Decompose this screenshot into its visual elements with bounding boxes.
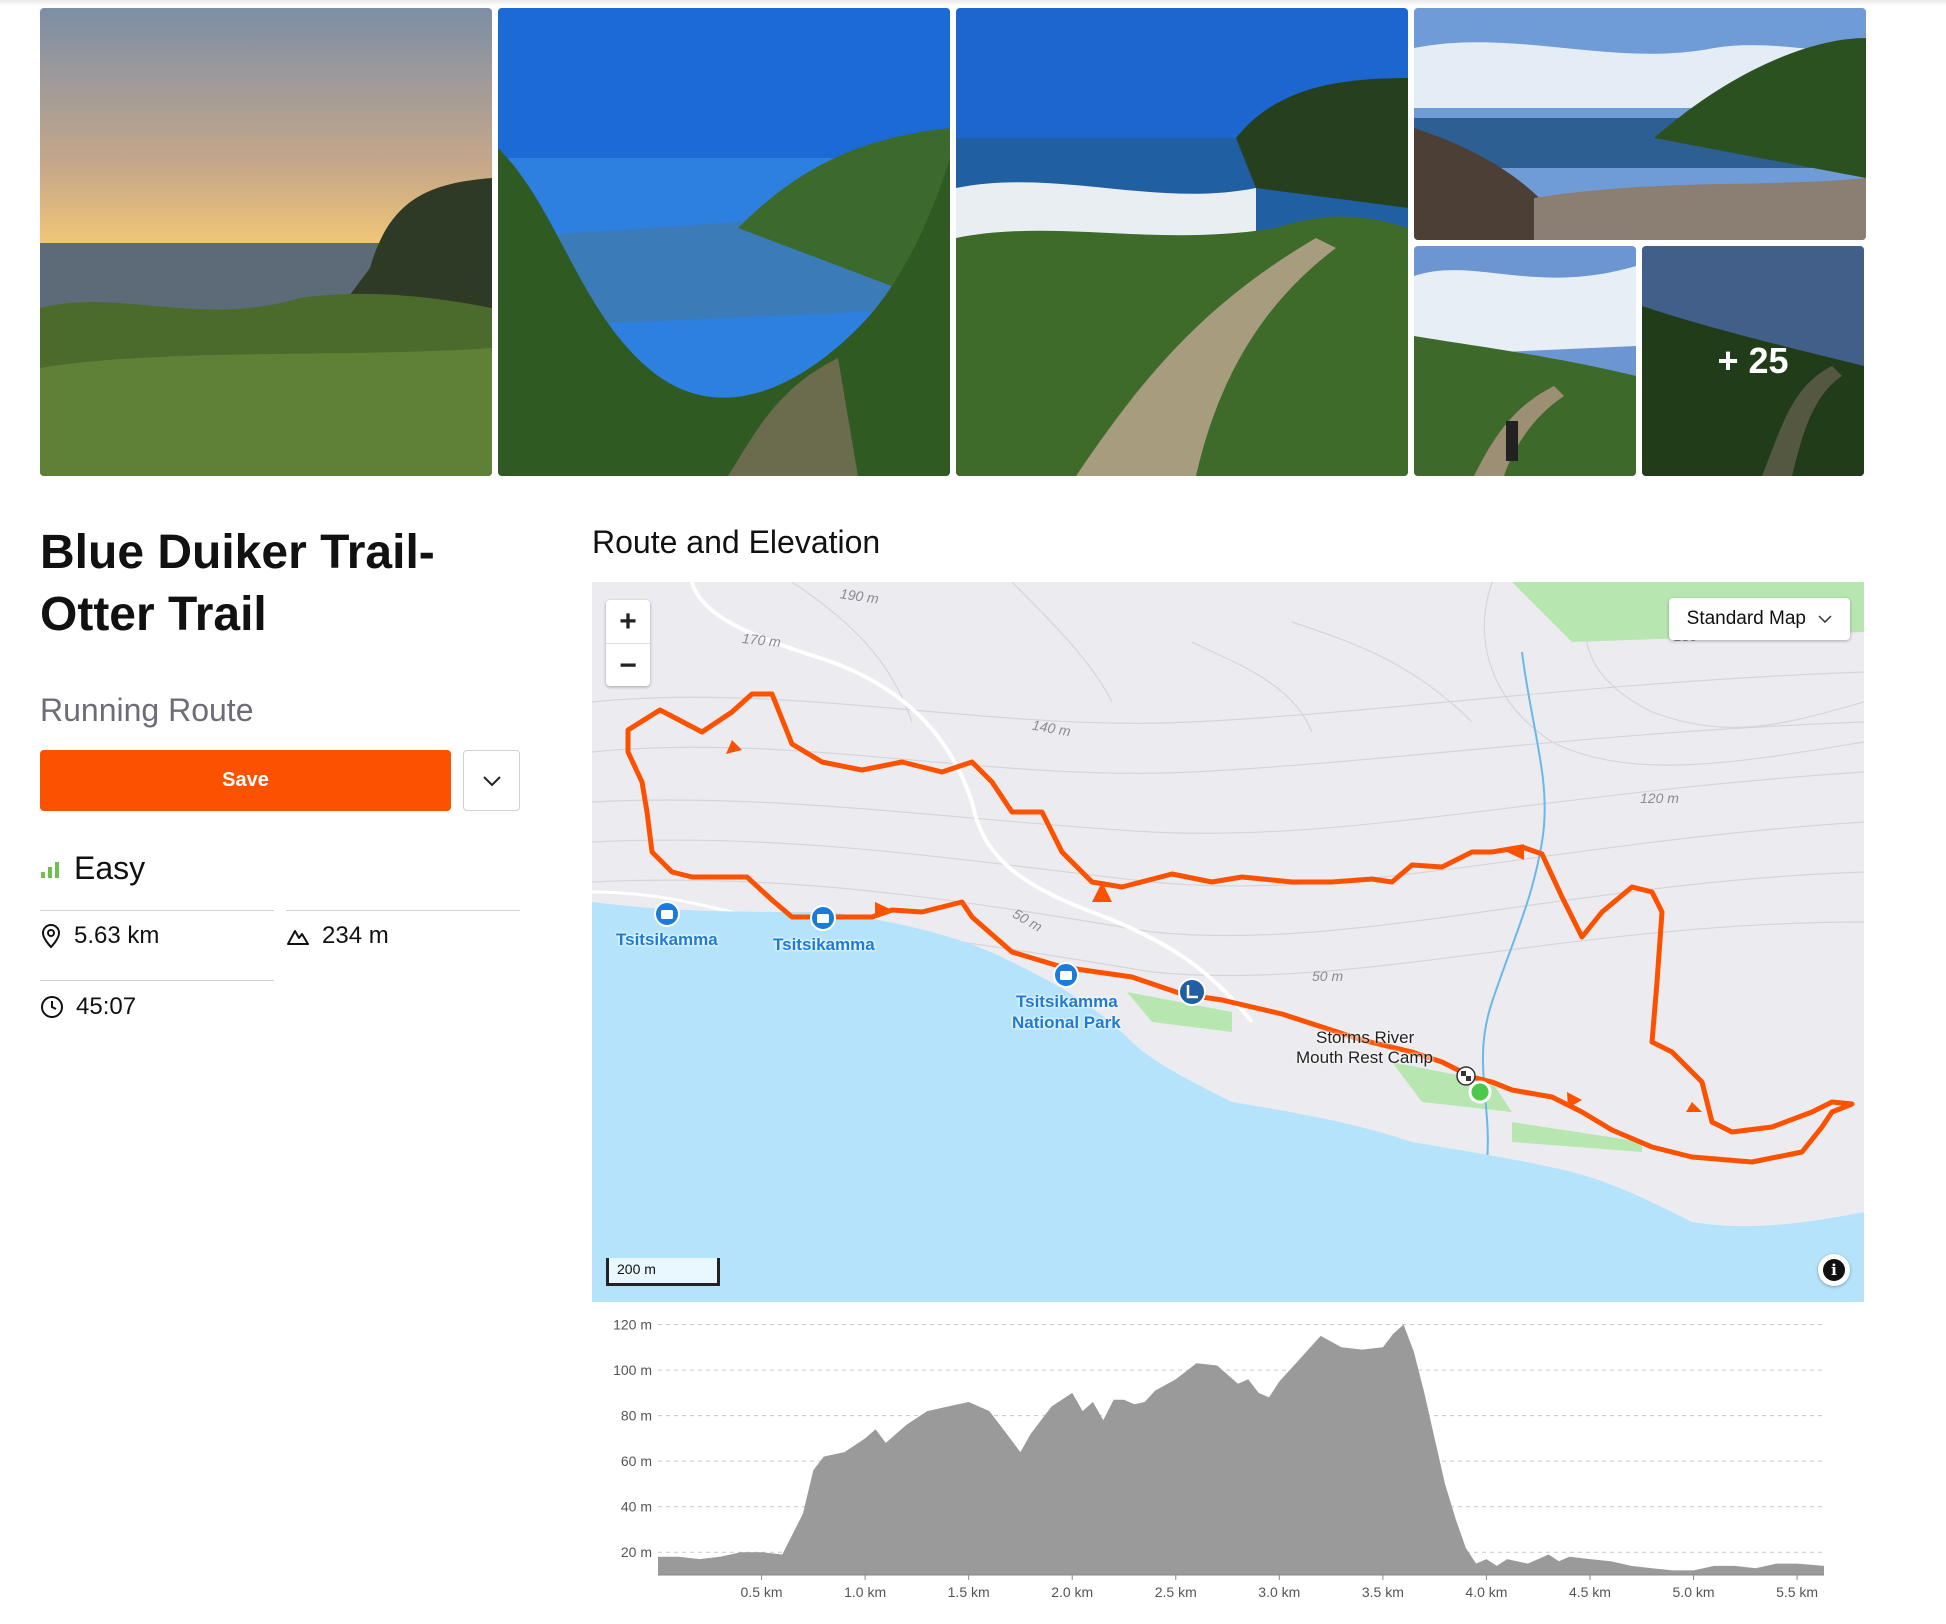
time-value: 45:07 <box>76 993 137 1020</box>
map-info-button[interactable]: i <box>1818 1254 1850 1286</box>
divider <box>40 910 274 911</box>
time-stat: 45:07 <box>40 993 136 1021</box>
x-tick-label: 3.0 km <box>1258 1584 1300 1600</box>
contour-label: 50 m <box>1312 968 1344 984</box>
x-tick-label: 4.0 km <box>1465 1584 1507 1600</box>
photo-1[interactable] <box>40 8 492 476</box>
photo-3[interactable] <box>956 8 1408 476</box>
difficulty-label: Easy <box>74 850 146 886</box>
x-tick-label: 2.0 km <box>1051 1584 1093 1600</box>
elevation-gain-value: 234 m <box>322 922 389 949</box>
zoom-out-button[interactable]: − <box>606 644 650 687</box>
route-type: Running Route <box>40 692 254 728</box>
x-tick-label: 1.5 km <box>948 1584 990 1600</box>
contour-label: 120 m <box>1640 790 1679 806</box>
more-photos-count: + 25 <box>1717 340 1789 381</box>
y-tick-label: 100 m <box>613 1362 652 1378</box>
poi-marker <box>1178 978 1206 1006</box>
difficulty-bars-icon <box>41 861 59 878</box>
start-marker <box>1468 1080 1492 1104</box>
camera-poi-marker <box>810 905 836 931</box>
map-type-label: Standard Map <box>1686 608 1806 629</box>
photo-6[interactable]: + 25 <box>1642 246 1864 476</box>
chevron-down-icon <box>482 775 501 786</box>
y-tick-label: 40 m <box>621 1499 652 1515</box>
place-label[interactable]: Storms River <box>1316 1028 1414 1048</box>
x-tick-label: 4.5 km <box>1569 1584 1611 1600</box>
photo-2[interactable] <box>498 8 950 476</box>
distance-stat: 5.63 km <box>40 922 159 950</box>
place-label[interactable]: Tsitsikamma <box>616 930 718 950</box>
place-label[interactable]: Mouth Rest Camp <box>1296 1048 1433 1068</box>
place-label[interactable]: National Park <box>1012 1013 1121 1033</box>
route-title: Blue Duiker Trail-Otter Trail <box>40 526 435 641</box>
y-tick-label: 20 m <box>621 1544 652 1560</box>
mountain-icon <box>287 930 309 945</box>
map-type-select[interactable]: Standard Map <box>1668 598 1850 640</box>
x-tick-label: 5.0 km <box>1673 1584 1715 1600</box>
finish-flag-marker <box>1456 1066 1476 1086</box>
divider <box>40 980 274 981</box>
location-pin-icon <box>41 923 61 949</box>
elevation-chart-svg: 20 m 40 m 60 m 80 m 100 m 120 m 0.5 km 1.0 km 1.… <box>613 1317 1824 1600</box>
y-tick-label: 120 m <box>613 1317 652 1333</box>
x-tick-label: 3.5 km <box>1362 1584 1404 1600</box>
place-label[interactable]: Tsitsikamma <box>1016 992 1118 1012</box>
y-tick-label: 60 m <box>621 1453 652 1469</box>
x-tick-label: 2.5 km <box>1155 1584 1197 1600</box>
more-options-button[interactable] <box>463 750 520 811</box>
y-tick-label: 80 m <box>621 1408 652 1424</box>
info-icon: i <box>1823 1259 1845 1281</box>
clock-icon <box>41 996 63 1018</box>
elevation-stat: 234 m <box>286 922 389 950</box>
photo-5[interactable] <box>1414 246 1636 476</box>
x-tick-label: 5.5 km <box>1776 1584 1818 1600</box>
elevation-area <box>658 1324 1824 1575</box>
x-tick-label: 1.0 km <box>844 1584 886 1600</box>
camera-poi-marker <box>1053 962 1079 988</box>
divider <box>286 910 520 911</box>
top-border <box>0 0 1946 6</box>
route-map[interactable]: 190 m 170 m 140 m 120 m 50 m 50 m 180 Ts… <box>592 582 1864 1302</box>
zoom-in-button[interactable]: + <box>606 600 650 643</box>
x-tick-label: 0.5 km <box>741 1584 783 1600</box>
zoom-control: + − <box>606 600 650 686</box>
place-label[interactable]: Tsitsikamma <box>773 935 875 955</box>
elevation-chart: 20 m 40 m 60 m 80 m 100 m 120 m 0.5 km 1.0 km 1.… <box>592 1310 1864 1610</box>
section-title: Route and Elevation <box>592 524 881 560</box>
camera-poi-marker <box>654 901 680 927</box>
photo-gallery: + 25 <box>40 8 1866 476</box>
difficulty: Easy <box>40 850 145 887</box>
chevron-down-icon <box>1818 615 1832 623</box>
map-scale: 200 m <box>606 1258 720 1286</box>
more-photos-overlay[interactable]: + 25 <box>1642 246 1864 476</box>
photo-4[interactable] <box>1414 8 1866 240</box>
save-button[interactable]: Save <box>40 750 451 811</box>
distance-value: 5.63 km <box>74 922 160 949</box>
